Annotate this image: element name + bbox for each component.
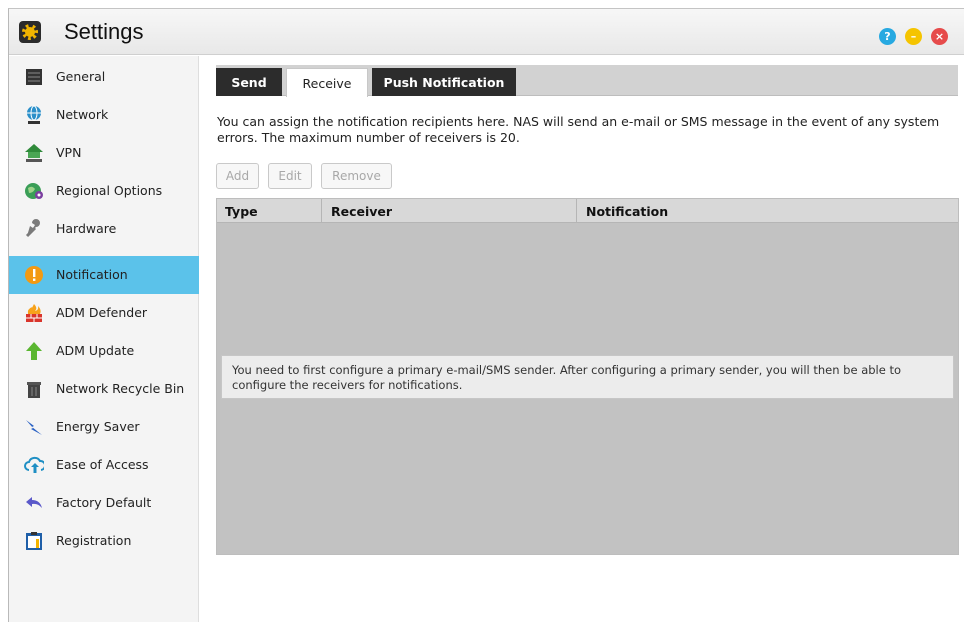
vpn-house-icon: [24, 143, 44, 163]
sidebar-item-label: Registration: [56, 533, 132, 548]
tab-strip: Send Receive Push Notification: [216, 65, 958, 97]
sidebar-item-label: Network Recycle Bin: [56, 381, 185, 396]
globe-network-icon: [24, 105, 44, 125]
sidebar-item-factory-default[interactable]: Factory Default: [9, 484, 199, 522]
sidebar-item-general[interactable]: General: [9, 58, 199, 96]
empty-table-notice: You need to first configure a primary e-…: [221, 355, 954, 399]
sidebar-item-label: VPN: [56, 145, 82, 160]
trash-icon: [24, 379, 44, 399]
tab-receive[interactable]: Receive: [286, 68, 368, 97]
globe-location-icon: [24, 181, 44, 201]
sidebar-item-label: Regional Options: [56, 183, 163, 198]
column-header-notification[interactable]: Notification: [586, 204, 668, 219]
column-divider: [321, 199, 322, 223]
sidebar-item-vpn[interactable]: VPN: [9, 134, 199, 172]
close-button[interactable]: ×: [931, 28, 948, 45]
tab-send[interactable]: Send: [216, 68, 282, 96]
column-header-receiver[interactable]: Receiver: [331, 204, 392, 219]
column-divider: [576, 199, 577, 223]
sidebar-item-hardware[interactable]: Hardware: [9, 210, 199, 248]
cloud-upload-icon: [24, 455, 44, 475]
clipboard-icon: [24, 531, 44, 551]
sidebar-item-label: Energy Saver: [56, 419, 140, 434]
minimize-button[interactable]: –: [905, 28, 922, 45]
description-text: You can assign the notification recipien…: [217, 114, 940, 145]
sidebar-item-label: Ease of Access: [56, 457, 149, 472]
server-icon: [24, 67, 44, 87]
sidebar-item-regional-options[interactable]: Regional Options: [9, 172, 199, 210]
sidebar-item-registration[interactable]: Registration: [9, 522, 199, 560]
firewall-icon: [24, 303, 44, 323]
up-arrow-icon: [24, 341, 44, 361]
window-title: Settings: [64, 19, 144, 44]
sidebar-item-adm-defender[interactable]: ADM Defender: [9, 294, 199, 332]
sidebar-item-label: Hardware: [56, 221, 117, 236]
sidebar-item-ease-of-access[interactable]: Ease of Access: [9, 446, 199, 484]
sidebar-item-notification[interactable]: Notification: [9, 256, 199, 294]
receivers-table: Type Receiver Notification You need to f…: [216, 198, 959, 555]
alert-icon: [24, 265, 44, 285]
help-button[interactable]: ?: [879, 28, 896, 45]
sidebar-item-label: ADM Update: [56, 343, 135, 358]
wrench-icon: [24, 219, 44, 239]
sidebar-item-network[interactable]: Network: [9, 96, 199, 134]
content-panel: Send Receive Push Notification You can a…: [200, 56, 964, 622]
settings-app-icon: [19, 21, 41, 43]
sidebar-item-label: Network: [56, 107, 109, 122]
remove-button[interactable]: Remove: [321, 163, 392, 189]
sidebar: General Network VPN Regional Options Har…: [9, 56, 199, 622]
sidebar-item-label: General: [56, 69, 106, 84]
add-button[interactable]: Add: [216, 163, 259, 189]
settings-window: Settings ? – × General Network VPN Regio…: [8, 8, 964, 622]
sidebar-item-network-recycle-bin[interactable]: Network Recycle Bin: [9, 370, 199, 408]
sidebar-item-energy-saver[interactable]: Energy Saver: [9, 408, 199, 446]
edit-button[interactable]: Edit: [268, 163, 312, 189]
column-header-type[interactable]: Type: [225, 204, 258, 219]
sidebar-item-label: ADM Defender: [56, 305, 148, 320]
sidebar-item-adm-update[interactable]: ADM Update: [9, 332, 199, 370]
tab-push-notification[interactable]: Push Notification: [372, 68, 516, 96]
undo-arrow-icon: [24, 493, 44, 513]
lightning-icon: [24, 417, 44, 437]
title-bar: Settings ? – ×: [9, 9, 964, 55]
table-header: Type Receiver Notification: [217, 199, 958, 223]
sidebar-item-label: Factory Default: [56, 495, 152, 510]
sidebar-item-label: Notification: [56, 267, 128, 282]
